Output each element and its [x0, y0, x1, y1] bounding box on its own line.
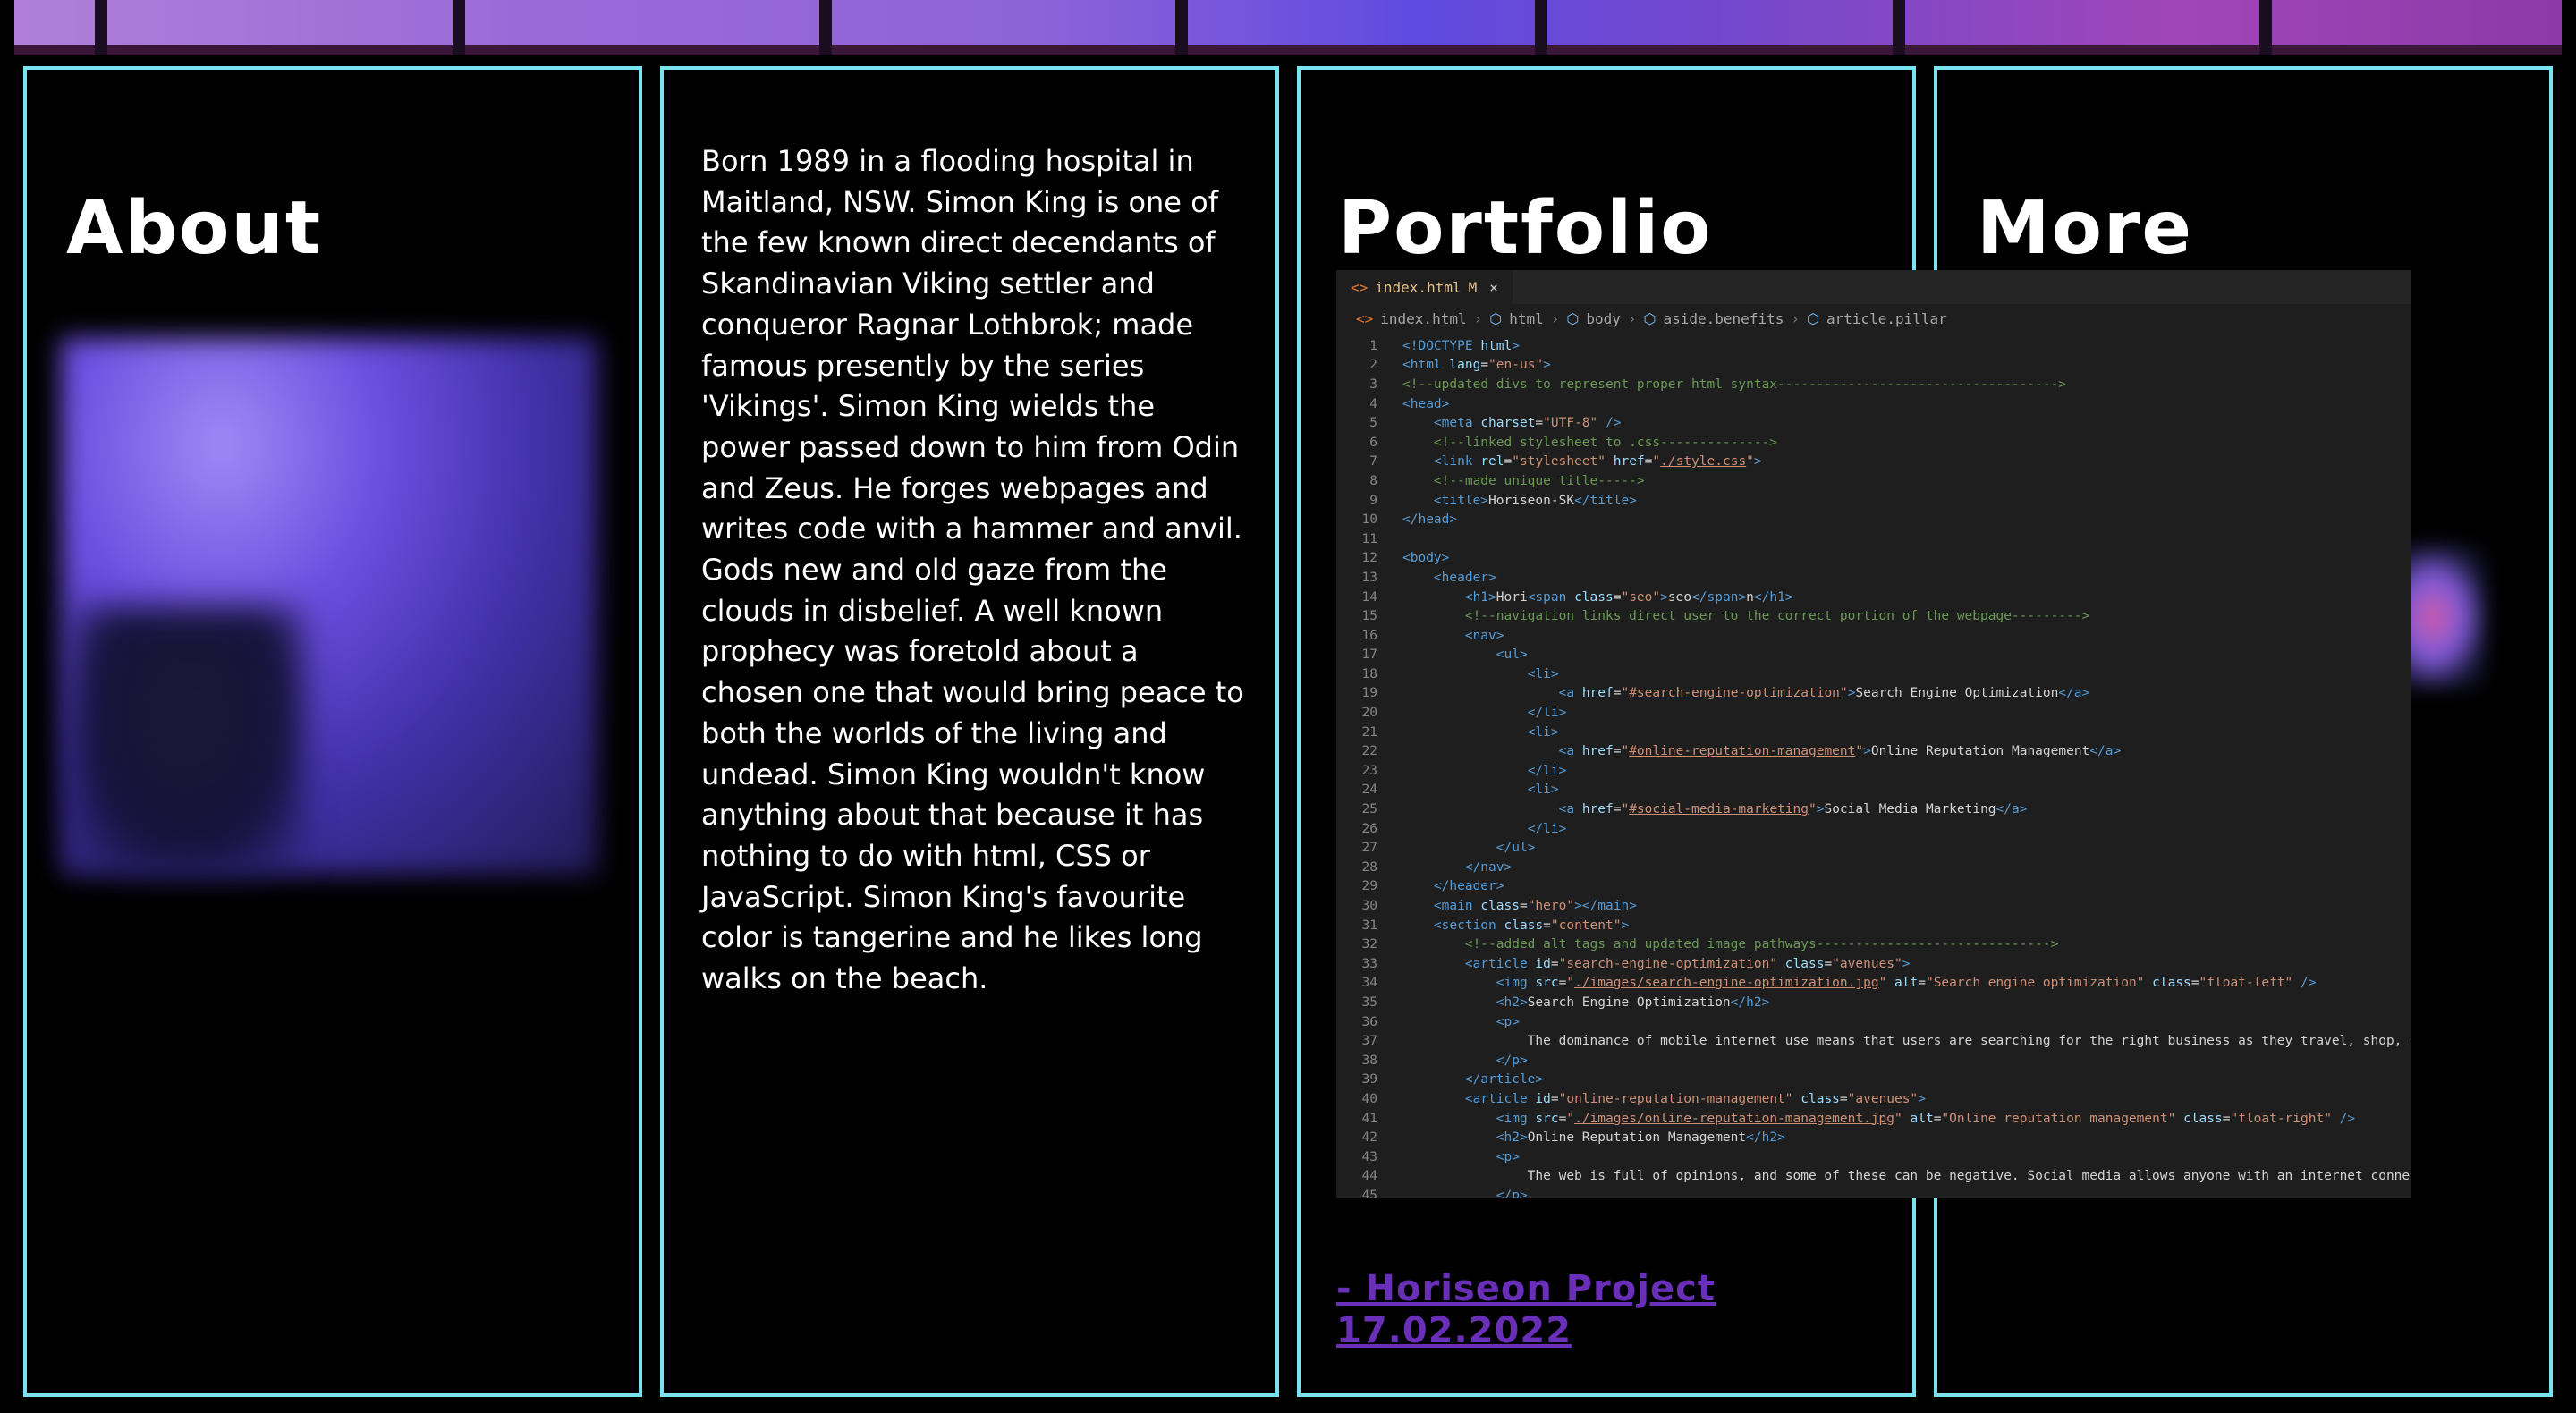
chevron-right-icon: ›: [1627, 309, 1637, 327]
breadcrumb-item: article.pillar: [1826, 309, 1947, 327]
breadcrumb-item: aside.benefits: [1663, 309, 1784, 327]
html-file-icon: <>: [1351, 278, 1368, 296]
breadcrumb-item: html: [1509, 309, 1544, 327]
breadcrumb-item: index.html: [1380, 309, 1467, 327]
project-link[interactable]: - Horiseon Project 17.02.2022: [1336, 1268, 1716, 1352]
code-lines: 1 <!DOCTYPE html> 2 <html lang="en-us"> 3 <…: [1361, 338, 2411, 1198]
element-icon: ⬡: [1566, 309, 1580, 327]
editor-tab: <> index.html M ×: [1336, 270, 1513, 304]
breadcrumb-item: body: [1586, 309, 1621, 327]
breadcrumb: <> index.html › ⬡ html › ⬡ body › ⬡ asid…: [1336, 304, 2411, 333]
tab-status: M: [1468, 278, 1478, 296]
project-link-date[interactable]: 17.02.2022: [1336, 1310, 1572, 1351]
project-link-title[interactable]: - Horiseon Project: [1336, 1268, 1716, 1309]
close-icon: ×: [1489, 278, 1498, 296]
editor-tabbar: <> index.html M ×: [1336, 270, 2411, 304]
brick-banner: [14, 0, 2562, 55]
bio-text: Born 1989 in a flooding hospital in Mait…: [701, 144, 1244, 996]
element-icon: ⬡: [1489, 309, 1503, 327]
portfolio-heading: Portfolio: [1338, 186, 1713, 271]
chevron-right-icon: ›: [1550, 309, 1560, 327]
tab-filename: index.html: [1375, 278, 1462, 296]
about-heading: About: [66, 186, 323, 271]
bio-panel: Born 1989 in a flooding hospital in Mait…: [660, 66, 1279, 1397]
about-panel: About: [23, 66, 642, 1397]
element-icon: ⬡: [1643, 309, 1657, 327]
html-file-icon: <>: [1356, 309, 1374, 327]
chevron-right-icon: ›: [1791, 309, 1800, 327]
more-heading: More: [1977, 186, 2193, 271]
element-icon: ⬡: [1806, 309, 1819, 327]
code-screenshot[interactable]: <> index.html M × <> index.html › ⬡ html…: [1336, 270, 2411, 1198]
chevron-right-icon: ›: [1473, 309, 1483, 327]
